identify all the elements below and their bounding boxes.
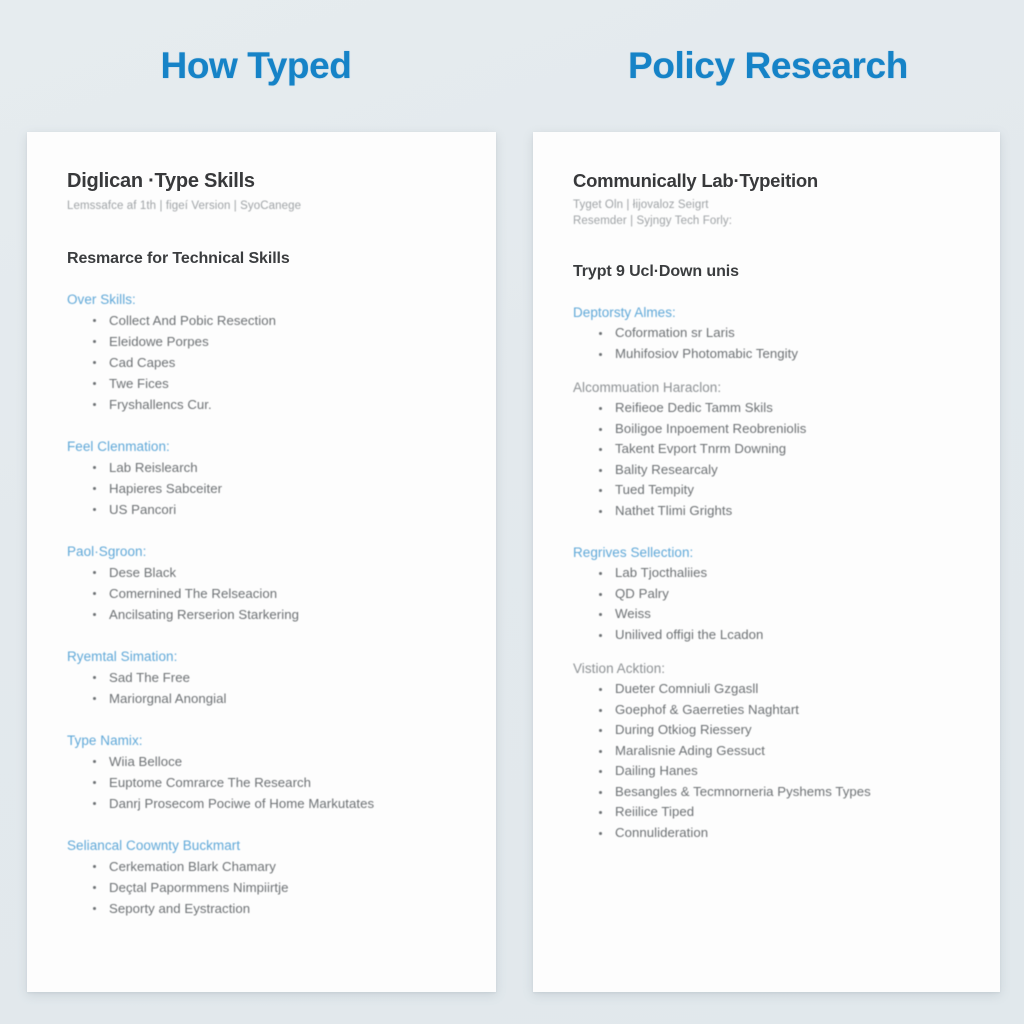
list-item: Connulideration — [573, 823, 960, 844]
document-card-left[interactable]: Diglican ·Type Skills Lemssafce af 1th | … — [27, 132, 496, 992]
list-item: Maralisnie Ading Gessuct — [573, 741, 960, 762]
group-label: Type Namix: — [67, 733, 143, 748]
list-item: Deçtal Papormmens Nimpiirtje — [67, 877, 456, 898]
list-item: Danrj Prosecom Pociwe of Home Markutates — [67, 793, 456, 814]
column-headings: How Typed Policy Research — [0, 0, 1024, 132]
list-item: Hapieres Sabceiter — [67, 478, 456, 499]
list-item: Besangles & Tecmnorneria Pyshems Types — [573, 782, 960, 803]
column-heading-right: Policy Research — [628, 45, 908, 86]
bullet-list: Wiia Belloce Euptome Comrarce The Researc… — [67, 751, 456, 814]
list-item: Takent Evport Tnrm Downing — [573, 439, 960, 460]
bullet-list: Reifieoe Dedic Tamm Skils Boiligoe Inpoem… — [573, 398, 960, 521]
group-label: Vistion Acktion: — [573, 661, 666, 676]
list-item: Dueter Comniuli Gzgasll — [573, 679, 960, 700]
column-heading-right-cell: Policy Research — [512, 0, 1024, 132]
list-item: Dese Black — [67, 562, 456, 583]
list-group: Regrives Sellection: Lab Tjocthaliies QD P… — [573, 545, 960, 645]
list-item: Bality Researcaly — [573, 460, 960, 481]
list-group: Type Namix: Wiia Belloce Euptome Comrarce … — [67, 733, 456, 814]
list-group: Feel Clenmation: Lab Reislearch Hapieres S… — [67, 439, 456, 520]
list-item: Lab Tjocthaliies — [573, 563, 960, 584]
list-item: US Pancori — [67, 499, 456, 520]
list-item: Reifieoe Dedic Tamm Skils — [573, 398, 960, 419]
list-item: Wiia Belloce — [67, 751, 456, 772]
bullet-list: Lab Tjocthaliies QD Palry Weiss Unilived of… — [573, 563, 960, 645]
list-item: Seporty and Eystraction — [67, 898, 456, 919]
list-item: Lab Reislearch — [67, 457, 456, 478]
group-label: Deptorsty Almes: — [573, 305, 676, 320]
list-item: Mariorgnal Anongial — [67, 688, 456, 709]
bullet-list: Lab Reislearch Hapieres Sabceiter US Panco… — [67, 457, 456, 520]
document-meta-line: Resemder | Syjngy Tech Forly: — [573, 215, 733, 227]
section-title-left: Resmarce for Technical Skills — [67, 250, 290, 267]
list-group: Alcommuation Haraclon: Reifieoe Dedic Tam… — [573, 380, 960, 521]
bullet-list: Dese Black Comernined The Relseacion Ancil… — [67, 562, 456, 625]
group-label: Regrives Sellection: — [573, 545, 694, 560]
document-meta-right: Tyget Oln | łijovaloz Seigrt Resemder | S… — [573, 197, 960, 229]
list-item: Reiilice Tiped — [573, 802, 960, 823]
list-item: Weiss — [573, 604, 960, 625]
list-item: Twe Fices — [67, 373, 456, 394]
list-item: Unilived offigi the Lcadon — [573, 625, 960, 646]
list-item: Fryshallencs Cur. — [67, 394, 456, 415]
document-meta-line: Tyget Oln | łijovaloz Seigrt — [573, 199, 709, 211]
bullet-list: Dueter Comniuli Gzgasll Goephof & Gaerret… — [573, 679, 960, 843]
list-item: Eleidowe Porpes — [67, 331, 456, 352]
page-root: How Typed Policy Research Diglican ·Type… — [0, 0, 1024, 1024]
document-title-right: Communically Lab·Typeition — [573, 170, 818, 191]
list-item: Muhifosiov Photomabic Tengity — [573, 344, 960, 365]
list-group: Ryemtal Simation: Sad The Free Mariorgnal … — [67, 649, 456, 709]
list-group: Vistion Acktion: Dueter Comniuli Gzgasll G… — [573, 661, 960, 843]
bullet-list: Coformation sr Laris Muhifosiov Photomabi… — [573, 323, 960, 364]
list-item: Euptome Comrarce The Research — [67, 772, 456, 793]
list-item: During Otkiog Riessery — [573, 720, 960, 741]
group-label: Ryemtal Simation: — [67, 649, 178, 664]
bullet-list: Sad The Free Mariorgnal Anongial — [67, 667, 456, 709]
group-label: Seliancal Coownty Buckmart — [67, 838, 241, 853]
document-card-right[interactable]: Communically Lab·Typeition Tyget Oln | łi… — [533, 132, 1000, 992]
document-meta-left: Lemssafce af 1th | figeí Version | SyoCa… — [67, 198, 456, 214]
group-label: Over Skills: — [67, 292, 136, 307]
bullet-list: Collect And Pobic Resection Eleidowe Porp… — [67, 310, 456, 415]
list-group: Seliancal Coownty Buckmart Cerkemation Bl… — [67, 838, 456, 919]
list-item: Cad Capes — [67, 352, 456, 373]
list-item: Ancilsating Rerserion Starkering — [67, 604, 456, 625]
list-item: Tued Tempity — [573, 480, 960, 501]
column-heading-left-cell: How Typed — [0, 0, 512, 132]
list-item: Boiligoe Inpoement Reobreniolis — [573, 419, 960, 440]
document-meta-line: Lemssafce af 1th | figeí Version | SyoCa… — [67, 200, 302, 212]
list-item: Nathet Tlimi Grights — [573, 501, 960, 522]
document-title-left: Diglican ·Type Skills — [67, 170, 255, 192]
list-item: Coformation sr Laris — [573, 323, 960, 344]
list-item: QD Palry — [573, 584, 960, 605]
list-item: Sad The Free — [67, 667, 456, 688]
list-group: Over Skills: Collect And Pobic Resection E… — [67, 292, 456, 415]
list-item: Dailing Hanes — [573, 761, 960, 782]
list-group: Paol·Sgroon: Dese Black Comernined The Rel… — [67, 544, 456, 625]
section-title-right: Trypt 9 Ucl·Down unis — [573, 263, 739, 280]
list-item: Collect And Pobic Resection — [67, 310, 456, 331]
group-label: Alcommuation Haraclon: — [573, 380, 722, 395]
column-heading-left: How Typed — [160, 45, 352, 86]
list-item: Cerkemation Blark Chamary — [67, 856, 456, 877]
list-item: Goephof & Gaerreties Naghtart — [573, 700, 960, 721]
document-body-left: Diglican ·Type Skills Lemssafce af 1th | … — [27, 132, 496, 919]
bullet-list: Cerkemation Blark Chamary Deçtal Papormme… — [67, 856, 456, 919]
list-item: Comernined The Relseacion — [67, 583, 456, 604]
list-group: Deptorsty Almes: Coformation sr Laris Muhi… — [573, 305, 960, 364]
group-label: Feel Clenmation: — [67, 439, 170, 454]
document-body-right: Communically Lab·Typeition Tyget Oln | łi… — [533, 132, 1000, 843]
group-label: Paol·Sgroon: — [67, 544, 147, 559]
